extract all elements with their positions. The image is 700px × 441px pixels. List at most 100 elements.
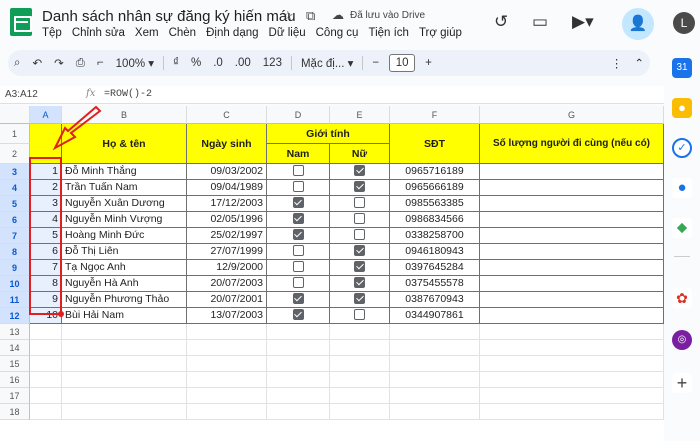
grid-cell[interactable] [187, 340, 267, 356]
decrease-decimal-button[interactable]: .0 [207, 57, 229, 69]
female-checkbox-cell[interactable] [330, 212, 390, 228]
phone-cell[interactable]: 0387670943 [390, 292, 480, 308]
checkbox[interactable] [354, 293, 365, 304]
phone-cell[interactable]: 0946180943 [390, 244, 480, 260]
phone-cell[interactable]: 0965666189 [390, 180, 480, 196]
apps-script-icon[interactable]: ✿ [672, 288, 692, 308]
phone-cell[interactable]: 0344907861 [390, 308, 480, 324]
header-dob[interactable]: Ngày sinh [187, 124, 267, 164]
history-icon[interactable]: ↺ [494, 12, 508, 32]
male-checkbox-cell[interactable] [267, 164, 330, 180]
checkbox[interactable] [292, 309, 304, 320]
grid-cell[interactable] [187, 324, 267, 340]
grid-cell[interactable] [390, 372, 480, 388]
checkbox[interactable] [354, 213, 365, 224]
column-header-d[interactable]: D [267, 106, 330, 124]
name-box[interactable]: A3:A12 [5, 89, 38, 100]
phone-cell[interactable]: 0338258700 [390, 228, 480, 244]
move-folder-icon[interactable]: ⧉ [306, 8, 315, 24]
menu-extensions[interactable]: Tiện ích [368, 27, 408, 39]
checkbox[interactable] [292, 197, 304, 208]
companions-cell[interactable] [480, 180, 664, 196]
grid-cell[interactable] [187, 404, 267, 420]
female-checkbox-cell[interactable] [330, 308, 390, 324]
row-header-7[interactable]: 7 [0, 228, 30, 244]
checkbox[interactable] [354, 245, 365, 256]
grid-cell[interactable] [480, 388, 664, 404]
corner-select-all[interactable] [0, 106, 30, 124]
sheets-logo-icon[interactable] [10, 8, 32, 36]
more-icon[interactable]: ⋮ [605, 56, 629, 70]
male-checkbox-cell[interactable] [267, 260, 330, 276]
grid-cell[interactable] [30, 372, 62, 388]
row-header-2[interactable]: 2 [0, 144, 30, 164]
grid-cell[interactable] [30, 356, 62, 372]
collapse-icon[interactable]: ⌃ [628, 56, 650, 70]
grid-cell[interactable] [390, 324, 480, 340]
dob-cell[interactable]: 09/04/1989 [187, 180, 267, 196]
selection-handle[interactable] [58, 311, 64, 317]
menu-edit[interactable]: Chỉnh sửa [72, 27, 125, 39]
male-checkbox-cell[interactable] [267, 292, 330, 308]
grid-cell[interactable] [480, 356, 664, 372]
row-header-11[interactable]: 11 [0, 292, 30, 308]
companions-cell[interactable] [480, 308, 664, 324]
companions-cell[interactable] [480, 228, 664, 244]
contacts-icon[interactable]: ● [672, 178, 692, 198]
row-header-14[interactable]: 14 [0, 340, 30, 356]
column-header-a[interactable]: A [30, 106, 62, 124]
grid-cell[interactable] [187, 388, 267, 404]
row-header-15[interactable]: 15 [0, 356, 30, 372]
comment-icon[interactable]: ▭ [532, 12, 548, 32]
percent-format-button[interactable]: % [185, 57, 207, 69]
meet-icon[interactable]: ▶▾ [572, 12, 594, 32]
checkbox[interactable] [354, 229, 365, 240]
grid-cell[interactable] [390, 404, 480, 420]
column-header-c[interactable]: C [187, 106, 267, 124]
grid-cell[interactable] [62, 324, 187, 340]
companions-cell[interactable] [480, 196, 664, 212]
menu-insert[interactable]: Chèn [169, 27, 197, 39]
extension-icon[interactable]: ◎ [672, 330, 692, 350]
menu-file[interactable]: Tệp [42, 27, 62, 39]
name-cell[interactable]: Nguyễn Minh Vượng [62, 212, 187, 228]
grid-cell[interactable] [267, 388, 330, 404]
grid-cell[interactable] [480, 404, 664, 420]
menu-tools[interactable]: Công cụ [316, 27, 359, 39]
companions-cell[interactable] [480, 276, 664, 292]
undo-icon[interactable]: ↶ [26, 56, 48, 70]
grid-cell[interactable] [62, 404, 187, 420]
grid-cell[interactable] [480, 340, 664, 356]
spreadsheet-grid[interactable]: A B C D E F G 1 2 3 4 5 6 7 8 9 10 11 12 13 14 15 16 17 18 Họ & t… [0, 106, 664, 441]
header-companions[interactable]: Số lượng người đi cùng (nếu có) [480, 124, 664, 164]
grid-cell[interactable] [267, 340, 330, 356]
checkbox[interactable] [354, 261, 365, 272]
dob-cell[interactable]: 27/07/1999 [187, 244, 267, 260]
name-cell[interactable]: Nguyễn Xuân Dương [62, 196, 187, 212]
column-header-f[interactable]: F [390, 106, 480, 124]
grid-cell[interactable] [330, 340, 390, 356]
column-header-g[interactable]: G [480, 106, 664, 124]
grid-cell[interactable] [267, 356, 330, 372]
grid-cell[interactable] [30, 340, 62, 356]
dob-cell[interactable]: 17/12/2003 [187, 196, 267, 212]
checkbox[interactable] [292, 293, 304, 304]
print-icon[interactable]: ⎙ [70, 57, 91, 70]
menu-view[interactable]: Xem [135, 27, 159, 39]
grid-cell[interactable] [267, 404, 330, 420]
font-size-input[interactable]: 10 [389, 54, 416, 72]
grid-cell[interactable] [330, 388, 390, 404]
grid-cell[interactable] [480, 324, 664, 340]
calendar-icon[interactable]: 31 [672, 58, 692, 78]
name-cell[interactable]: Nguyễn Hà Anh [62, 276, 187, 292]
checkbox[interactable] [354, 197, 365, 208]
checkbox[interactable] [292, 213, 304, 224]
header-male[interactable]: Nam [267, 144, 330, 164]
phone-cell[interactable]: 0965716189 [390, 164, 480, 180]
font-size-increase-button[interactable]: + [419, 57, 438, 69]
male-checkbox-cell[interactable] [267, 196, 330, 212]
header-phone[interactable]: SĐT [390, 124, 480, 164]
name-cell[interactable]: Tạ Ngọc Anh [62, 260, 187, 276]
share-button[interactable]: 👤 [622, 8, 654, 40]
header-gender[interactable]: Giới tính [267, 124, 390, 144]
